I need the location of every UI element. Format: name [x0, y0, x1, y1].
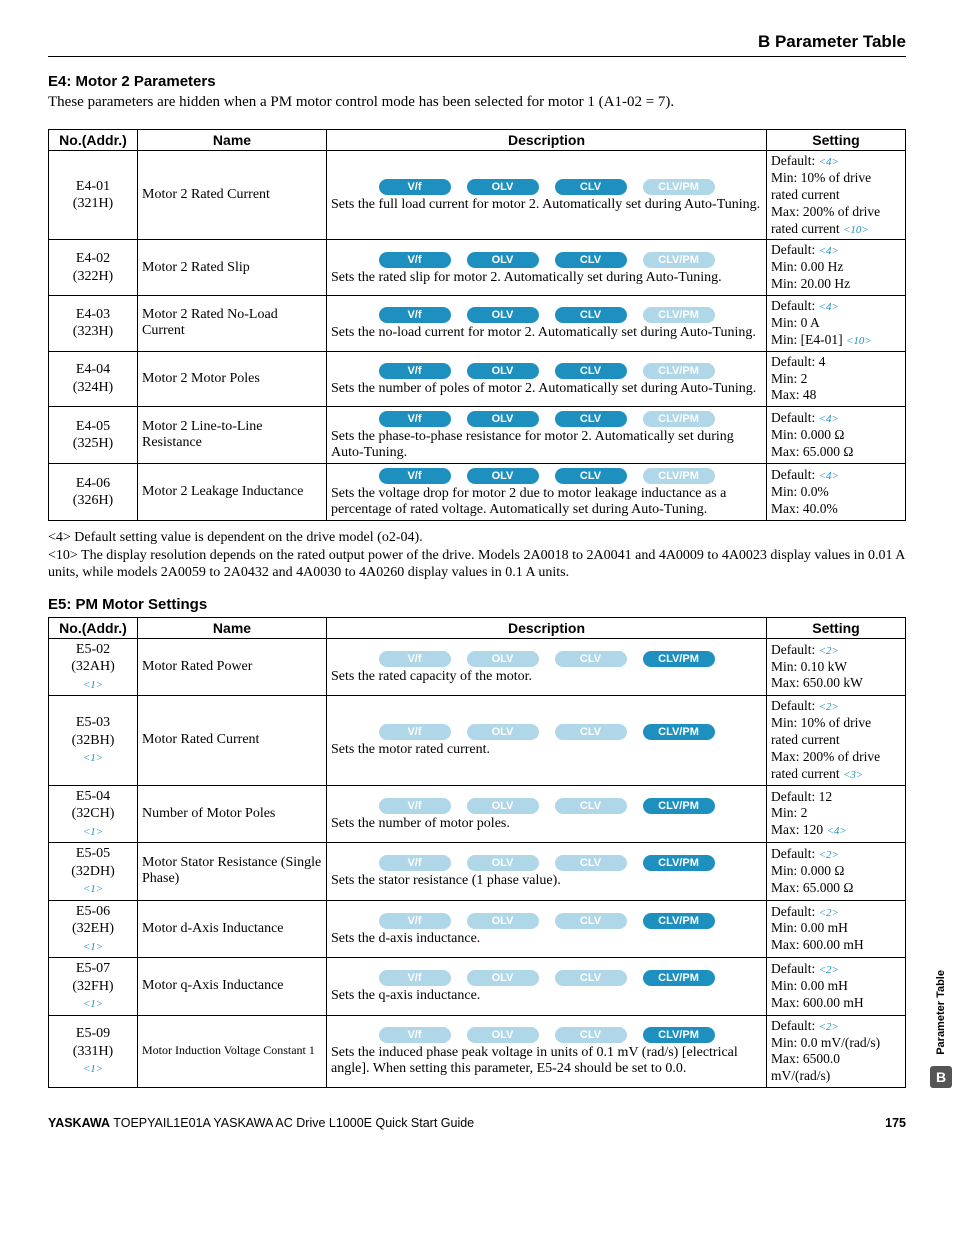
table-row: E5-03(32BH)<1>Motor Rated CurrentV/fOLVC…: [49, 696, 906, 785]
footer-left: YASKAWA TOEPYAIL1E01A YASKAWA AC Drive L…: [48, 1116, 474, 1130]
section-e5-title: E5: PM Motor Settings: [48, 596, 906, 613]
table-row: E5-09(331H)<1>Motor Induction Voltage Co…: [49, 1015, 906, 1088]
e4-table: No.(Addr.) Name Description Setting E4-0…: [48, 129, 906, 521]
side-tab: Parameter Table B: [930, 970, 952, 1088]
table-row: E5-05(32DH)<1>Motor Stator Resistance (S…: [49, 843, 906, 901]
table-row: E4-03(323H)Motor 2 Rated No-Load Current…: [49, 296, 906, 352]
th-name: Name: [138, 617, 327, 638]
th-set: Setting: [767, 130, 906, 151]
footer-doc: TOEPYAIL1E01A YASKAWA AC Drive L1000E Qu…: [110, 1116, 474, 1130]
section-e4-lead: These parameters are hidden when a PM mo…: [48, 94, 906, 111]
th-name: Name: [138, 130, 327, 151]
th-desc: Description: [327, 617, 767, 638]
footnote-4: <4> Default setting value is dependent o…: [48, 529, 906, 547]
footnote-10: <10> The display resolution depends on t…: [48, 547, 906, 582]
table-row: E5-07(32FH)<1>Motor q-Axis InductanceV/f…: [49, 958, 906, 1016]
table-row: E5-02(32AH)<1>Motor Rated PowerV/fOLVCLV…: [49, 638, 906, 696]
table-row: E4-02(322H)Motor 2 Rated SlipV/fOLVCLVCL…: [49, 240, 906, 296]
table-row: E5-06(32EH)<1>Motor d-Axis InductanceV/f…: [49, 900, 906, 958]
side-tab-badge: B: [930, 1066, 952, 1088]
e5-table: No.(Addr.) Name Description Setting E5-0…: [48, 617, 906, 1088]
table-row: E4-05(325H)Motor 2 Line-to-Line Resistan…: [49, 407, 906, 464]
footer-page: 175: [885, 1116, 906, 1130]
side-tab-label: Parameter Table: [935, 970, 947, 1055]
table-row: E4-06(326H)Motor 2 Leakage InductanceV/f…: [49, 464, 906, 521]
th-desc: Description: [327, 130, 767, 151]
footnotes: <4> Default setting value is dependent o…: [48, 529, 906, 582]
page-footer: YASKAWA TOEPYAIL1E01A YASKAWA AC Drive L…: [48, 1116, 906, 1130]
footer-brand: YASKAWA: [48, 1116, 110, 1130]
table-row: E4-01(321H)Motor 2 Rated CurrentV/fOLVCL…: [49, 151, 906, 240]
th-no: No.(Addr.): [49, 130, 138, 151]
th-set: Setting: [767, 617, 906, 638]
table-row: E4-04(324H)Motor 2 Motor PolesV/fOLVCLVC…: [49, 351, 906, 407]
header-rule: [48, 56, 906, 57]
table-row: E5-04(32CH)<1>Number of Motor PolesV/fOL…: [49, 785, 906, 843]
section-e4-title: E4: Motor 2 Parameters: [48, 73, 906, 90]
page-header: B Parameter Table: [48, 32, 906, 56]
th-no: No.(Addr.): [49, 617, 138, 638]
